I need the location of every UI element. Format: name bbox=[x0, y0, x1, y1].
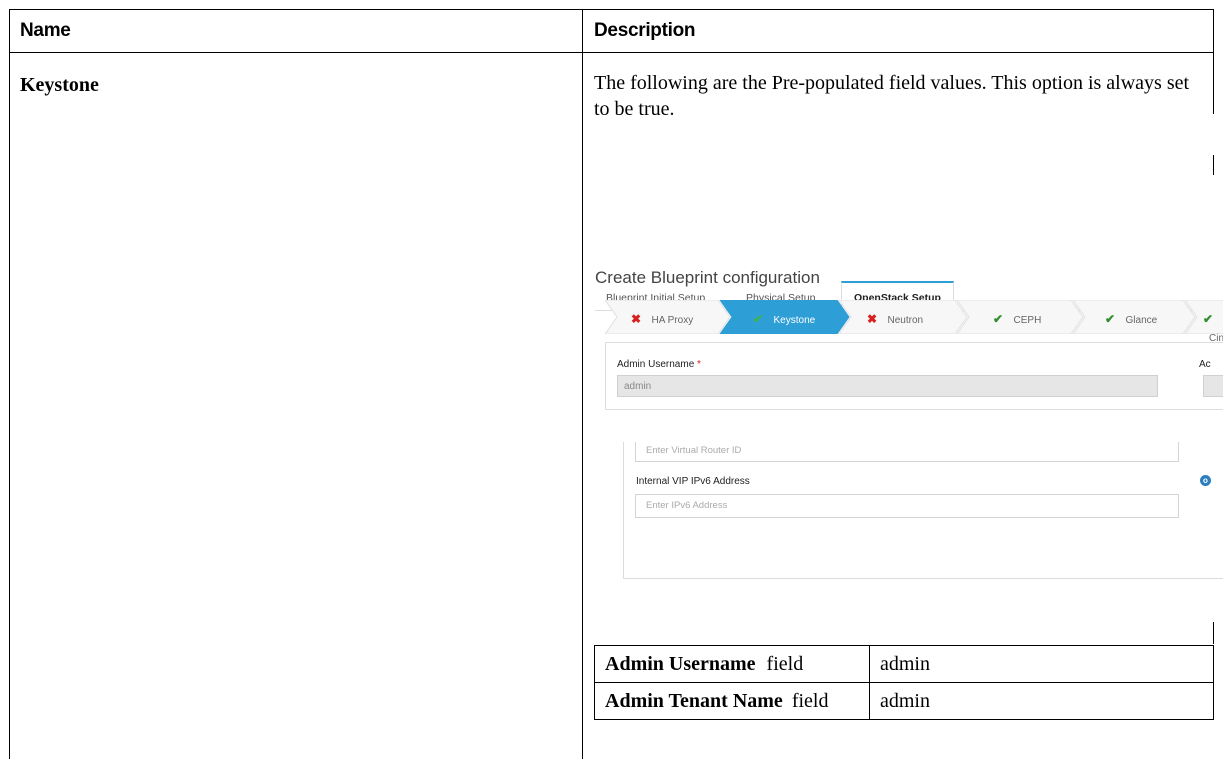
admin-username-field-name: Admin Username bbox=[605, 652, 756, 675]
cut-off-label: Ac bbox=[1199, 359, 1211, 370]
wizard-step-glance[interactable]: ✔ Glance bbox=[1105, 310, 1157, 328]
wizard-step-ha-proxy[interactable]: ✖ HA Proxy bbox=[631, 310, 693, 328]
check-icon: ✔ bbox=[993, 312, 1004, 326]
table-row: Admin Username field admin bbox=[594, 645, 1214, 683]
wizard-step-keystone[interactable]: ✔ Keystone bbox=[753, 310, 815, 328]
nested-table: Admin Username field admin Admin Tenant … bbox=[594, 645, 1214, 720]
header-description: Description bbox=[594, 20, 696, 41]
field-suffix: field bbox=[766, 652, 804, 675]
info-icon[interactable]: o bbox=[1200, 475, 1211, 486]
admin-username-label: Admin Username * bbox=[617, 359, 701, 370]
wizard-step-ceph[interactable]: ✔ CEPH bbox=[993, 310, 1041, 328]
table-cell-label: Admin Username field bbox=[594, 645, 870, 683]
wizard-strip: ✖ HA Proxy ✔ Keystone ✖ Neutron ✔ CEPH ✔… bbox=[605, 300, 1223, 344]
wizard-step-label: Neutron bbox=[887, 315, 924, 326]
admin-tenant-name-field-name: Admin Tenant Name bbox=[605, 689, 783, 712]
wizard-step-label: CEPH bbox=[1013, 315, 1042, 326]
table-cell-label: Admin Tenant Name field bbox=[594, 682, 870, 720]
virtual-router-id-input[interactable]: Enter Virtual Router ID bbox=[635, 442, 1179, 462]
wizard-step-neutron[interactable]: ✖ Neutron bbox=[867, 310, 923, 328]
ipv6-address-input[interactable]: Enter IPv6 Address bbox=[635, 494, 1179, 518]
screenshot-cut-line bbox=[1213, 155, 1214, 175]
wizard-step-label: Glance bbox=[1125, 315, 1158, 326]
cut-off-input[interactable] bbox=[1203, 375, 1223, 397]
ha-proxy-panel: Enter Virtual Router ID Internal VIP IPv… bbox=[623, 442, 1223, 579]
wizard-step-label: HA Proxy bbox=[651, 315, 694, 326]
table-top-border bbox=[9, 9, 1214, 10]
table-cell-value: admin bbox=[869, 645, 1214, 683]
check-icon: ✔ bbox=[1203, 312, 1214, 326]
row-name-keystone: Keystone bbox=[20, 74, 99, 96]
wizard-step-cind[interactable]: ✔ Cind bbox=[1203, 310, 1223, 346]
table-right-border bbox=[1213, 9, 1214, 53]
screenshot-cut-line-2 bbox=[1213, 622, 1214, 644]
admin-username-label-text: Admin Username bbox=[617, 359, 695, 370]
x-icon: ✖ bbox=[631, 312, 642, 326]
check-icon: ✔ bbox=[1105, 312, 1116, 326]
wizard-step-label: Keystone bbox=[773, 315, 816, 326]
admin-username-input[interactable]: admin bbox=[617, 375, 1158, 397]
embedded-screenshot: Create Blueprint configuration Blueprint… bbox=[583, 260, 1223, 600]
row-description: The following are the Pre-populated fiel… bbox=[594, 72, 1190, 120]
required-marker: * bbox=[697, 359, 701, 370]
table-row: Admin Tenant Name field admin bbox=[594, 682, 1214, 720]
x-icon: ✖ bbox=[867, 312, 878, 326]
internal-vip-ipv6-label: Internal VIP IPv6 Address bbox=[636, 476, 750, 487]
check-icon: ✔ bbox=[753, 312, 764, 326]
table-right-border-lower bbox=[1213, 53, 1214, 114]
screenshot-title: Create Blueprint configuration bbox=[595, 268, 820, 287]
field-suffix: field bbox=[791, 689, 829, 712]
header-bottom-border bbox=[9, 52, 1214, 53]
table-cell-value: admin bbox=[869, 682, 1214, 720]
keystone-panel: Admin Username * admin Ac bbox=[605, 342, 1223, 410]
header-name: Name bbox=[20, 20, 71, 41]
table-left-border bbox=[9, 9, 10, 759]
